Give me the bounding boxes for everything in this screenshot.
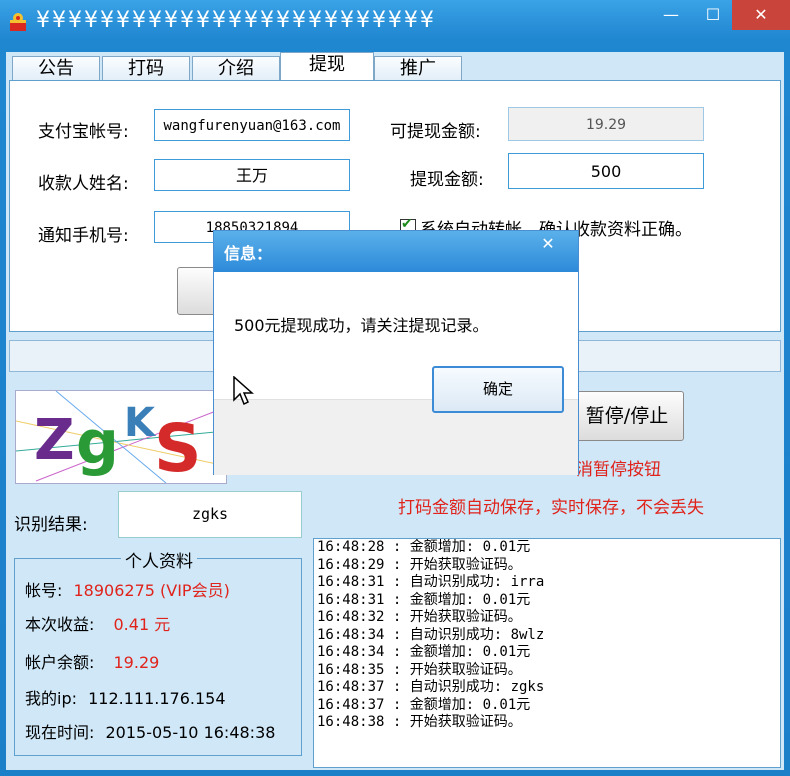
svg-text:K: K (124, 400, 157, 446)
result-label: 识别结果: (14, 515, 88, 535)
svg-text:Z: Z (34, 408, 75, 473)
captcha-image: Z g K S (15, 390, 227, 484)
payee-name-label: 收款人姓名: (38, 174, 129, 194)
payee-name-field[interactable]: 王万 (154, 159, 350, 191)
log-line: 16:48:31 : 自动识别成功: irra (317, 574, 545, 590)
autosave-note: 打码金额自动保存，实时保存，不会丢失 (398, 498, 704, 518)
earnings-value: 0.41 元 (113, 615, 171, 634)
time-value: 2015-05-10 16:48:38 (105, 723, 276, 742)
phone-label: 通知手机号: (38, 226, 129, 246)
log-line: 16:48:34 : 金额增加: 0.01元 (317, 644, 531, 660)
dialog-close-button[interactable]: ✕ (526, 233, 570, 255)
account-label: 帐号: (25, 581, 63, 600)
account-value: 18906275 (VIP会员) (73, 581, 230, 600)
log-line: 16:48:35 : 开始获取验证码。 (317, 661, 522, 678)
balance-value: 19.29 (113, 653, 160, 672)
earnings-label: 本次收益: (25, 615, 95, 634)
tab-captcha[interactable]: 打码 (102, 56, 190, 81)
available-amount-field: 19.29 (508, 107, 704, 141)
window-title: ¥¥¥¥¥¥¥¥¥¥¥¥¥¥¥¥¥¥¥¥¥¥¥¥¥ (36, 8, 436, 33)
svg-text:S: S (154, 410, 202, 483)
profile-group: 个人资料 帐号: 18906275 (VIP会员) 本次收益: 0.41 元 帐… (14, 547, 302, 756)
maximize-button[interactable]: ☐ (692, 0, 734, 30)
dialog-title-bar[interactable]: 信息： ✕ (214, 231, 578, 272)
ip-row: 我的ip: 112.111.176.154 (25, 685, 226, 709)
tab-announcement[interactable]: 公告 (12, 56, 100, 81)
close-button[interactable]: ✕ (732, 0, 790, 30)
available-amount-label: 可提现金额: (390, 122, 481, 142)
captcha-graphic: Z g K S (16, 391, 226, 483)
log-line: 16:48:34 : 自动识别成功: 8wlz (317, 626, 545, 643)
log-line: 16:48:37 : 自动识别成功: zgks (317, 679, 545, 695)
time-row: 现在时间: 2015-05-10 16:48:38 (25, 719, 275, 743)
alipay-label: 支付宝帐号: (38, 122, 129, 142)
account-row: 帐号: 18906275 (VIP会员) (25, 577, 230, 601)
balance-row: 帐户余额: 19.29 (25, 649, 159, 673)
tab-intro[interactable]: 介绍 (192, 56, 280, 81)
info-dialog: 信息： ✕ 500元提现成功，请关注提现记录。 确定 (214, 231, 578, 475)
time-label: 现在时间: (25, 723, 95, 742)
main-window: ¥¥¥¥¥¥¥¥¥¥¥¥¥¥¥¥¥¥¥¥¥¥¥¥¥ — ☐ ✕ 公告 打码 介绍… (0, 0, 790, 776)
ip-label: 我的ip: (25, 689, 77, 708)
alipay-account-field[interactable]: wangfurenyuan@163.com (154, 109, 350, 141)
cancel-pause-hint: 消暂停按钮 (576, 460, 661, 480)
dialog-title: 信息： (224, 244, 273, 263)
log-line: 16:48:38 : 开始获取验证码。 (317, 714, 522, 730)
result-field[interactable]: zgks (118, 491, 302, 538)
pause-stop-button[interactable]: 暂停/停止 (570, 391, 684, 441)
minimize-button[interactable]: — (650, 0, 692, 30)
withdraw-amount-label: 提现金额: (410, 170, 484, 190)
profile-title: 个人资料 (121, 547, 197, 572)
app-icon (10, 13, 26, 31)
log-line: 16:48:28 : 金额增加: 0.01元 (317, 539, 531, 555)
svg-text:g: g (76, 408, 119, 478)
mouse-cursor-icon (233, 376, 254, 406)
log-line: 16:48:31 : 金额增加: 0.01元 (317, 591, 531, 608)
ok-button[interactable]: 确定 (432, 366, 564, 413)
withdraw-amount-field[interactable]: 500 (508, 153, 704, 189)
log-line: 16:48:29 : 开始获取验证码。 (317, 556, 522, 573)
tab-withdraw[interactable]: 提现 (280, 52, 374, 83)
log-line: 16:48:32 : 开始获取验证码。 (317, 609, 522, 625)
dialog-message: 500元提现成功，请关注提现记录。 (234, 316, 489, 335)
tab-promotion[interactable]: 推广 (374, 56, 462, 81)
title-bar[interactable]: ¥¥¥¥¥¥¥¥¥¥¥¥¥¥¥¥¥¥¥¥¥¥¥¥¥ — ☐ ✕ (0, 0, 790, 42)
ip-value: 112.111.176.154 (88, 689, 226, 708)
log-box[interactable]: 16:48:28 : 金额增加: 0.01元 16:48:29 : 开始获取验证… (313, 538, 781, 768)
log-line: 16:48:37 : 金额增加: 0.01元 (317, 696, 531, 713)
earnings-row: 本次收益: 0.41 元 (25, 611, 170, 635)
balance-label: 帐户余额: (25, 653, 95, 672)
